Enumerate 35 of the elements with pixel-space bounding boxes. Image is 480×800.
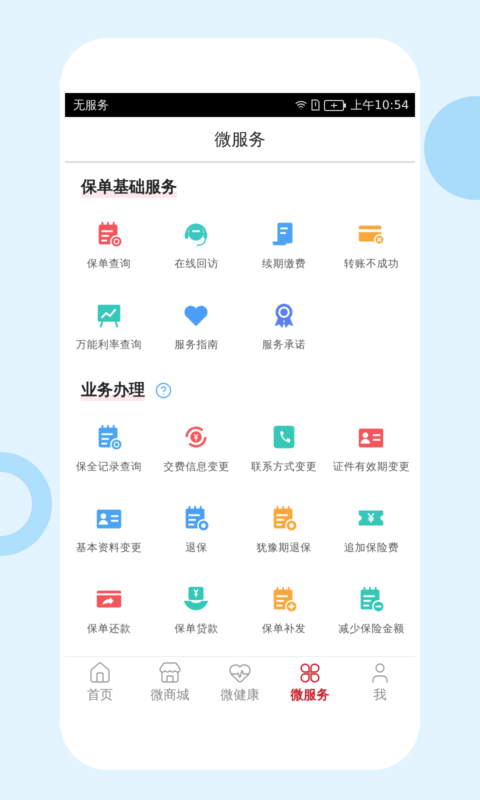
service-item[interactable]: 服务承诺 [240, 285, 328, 366]
home-icon [88, 661, 112, 685]
battery-icon [324, 100, 346, 110]
help-icon[interactable] [155, 382, 172, 399]
service-item[interactable]: 保单补发 [240, 569, 328, 650]
service-item[interactable]: 万能利率查询 [65, 285, 152, 366]
service-item[interactable]: 犹豫期退保 [240, 488, 328, 569]
page-title: 微服务 [214, 128, 266, 150]
tab[interactable]: 微商城 [135, 661, 205, 704]
service-item[interactable]: 服务指南 [152, 285, 240, 366]
service-item[interactable]: 保单查询 [65, 204, 152, 285]
tab[interactable]: 微服务 [275, 661, 345, 704]
service-item[interactable]: 基本资料变更 [65, 488, 152, 569]
carrier-text: 无服务 [73, 96, 109, 114]
four-petal-icon [298, 661, 322, 685]
tab[interactable]: 微健康 [205, 661, 275, 704]
service-item[interactable]: 证件有效期变更 [328, 407, 415, 488]
service-item[interactable]: 转账不成功 [328, 204, 415, 285]
service-item[interactable]: 保全记录查询 [65, 407, 152, 488]
service-item[interactable]: 交费信息变更 [152, 407, 240, 488]
service-item[interactable]: 保单贷款 [152, 569, 240, 650]
tab[interactable]: 首页 [65, 661, 135, 704]
service-item[interactable]: 保单还款 [65, 569, 152, 650]
section-title: 业务办理 [81, 380, 145, 401]
service-item[interactable]: 在线回访 [152, 204, 240, 285]
service-item[interactable]: 追加保险费 [328, 488, 415, 569]
store-icon [158, 661, 182, 685]
service-item[interactable]: 续期缴费 [240, 204, 328, 285]
service-item[interactable]: 减少保险金额 [328, 569, 415, 650]
service-item[interactable]: 联系方式变更 [240, 407, 328, 488]
tab[interactable]: 我 [345, 661, 415, 704]
service-item[interactable]: 退保 [152, 488, 240, 569]
sim-icon [311, 99, 320, 111]
section-title: 保单基础服务 [81, 177, 177, 198]
clock-text: 上午10:54 [350, 96, 409, 114]
